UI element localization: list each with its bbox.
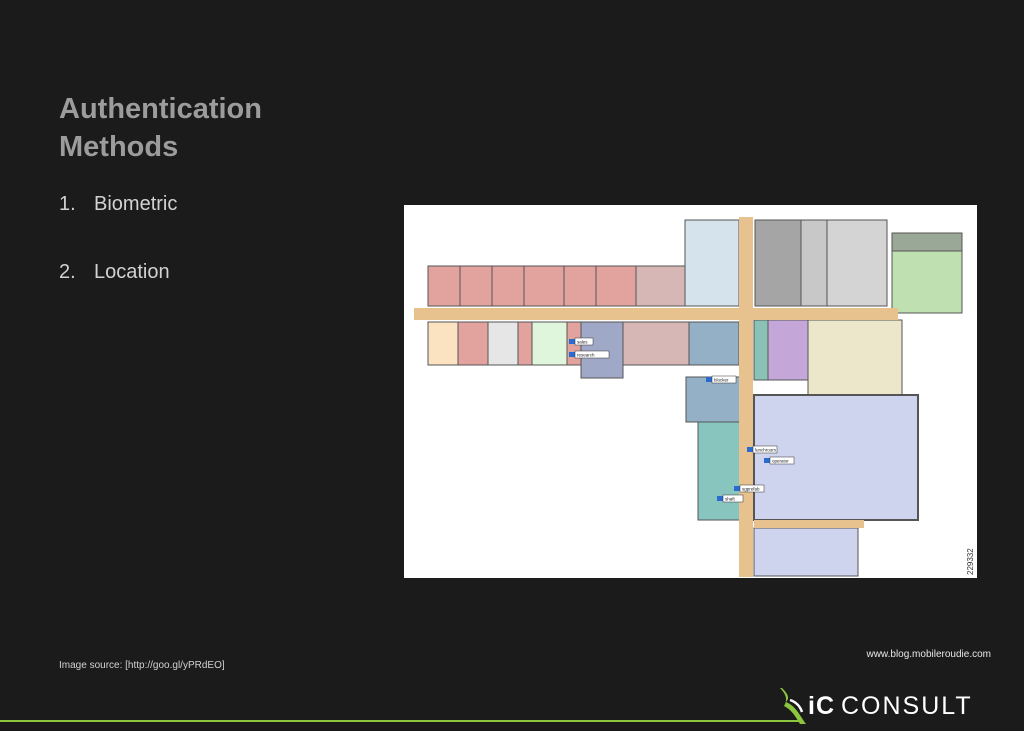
title-line-2: Methods bbox=[59, 131, 179, 163]
room-tag-label: lunchroom bbox=[755, 448, 776, 453]
list-item: 2. Location bbox=[59, 258, 177, 286]
room-tag-label: shaft bbox=[725, 497, 736, 502]
website-url: www.blog.mobileroudie.com bbox=[866, 649, 991, 660]
room-tag-label: operator bbox=[772, 459, 789, 464]
slide-title: Authentication Methods bbox=[59, 90, 262, 166]
room-tag-label: sgprefab bbox=[742, 487, 760, 492]
list-item: 1. Biometric bbox=[59, 190, 177, 218]
logo-ic: iC bbox=[808, 691, 835, 720]
logo-wordmark: iC CONSULT bbox=[808, 692, 973, 721]
ic-consult-mark-icon bbox=[780, 688, 806, 724]
list-item-number: 1. bbox=[59, 193, 76, 215]
room-tag-label: research bbox=[577, 353, 595, 358]
room-tag-label: blocker bbox=[714, 378, 729, 383]
floorplan-image: sales research blocker lunchroom operato… bbox=[404, 205, 977, 578]
footer-green-rule bbox=[0, 720, 800, 722]
image-id-label: 229332 bbox=[966, 548, 975, 575]
list-item-number: 2. bbox=[59, 261, 76, 283]
title-line-1: Authentication bbox=[59, 93, 262, 125]
floorplan-drawing: sales research blocker lunchroom operato… bbox=[414, 217, 975, 577]
method-list: 1. Biometric 2. Location bbox=[59, 190, 177, 286]
list-item-label: Biometric bbox=[94, 193, 178, 215]
logo-consult: CONSULT bbox=[841, 691, 973, 720]
list-item-label: Location bbox=[94, 261, 170, 283]
room-tag-label: sales bbox=[577, 340, 588, 345]
ic-consult-logo: iC CONSULT bbox=[778, 686, 973, 726]
image-source-caption: Image source: [http://goo.gl/yPRdEO] bbox=[59, 660, 225, 671]
